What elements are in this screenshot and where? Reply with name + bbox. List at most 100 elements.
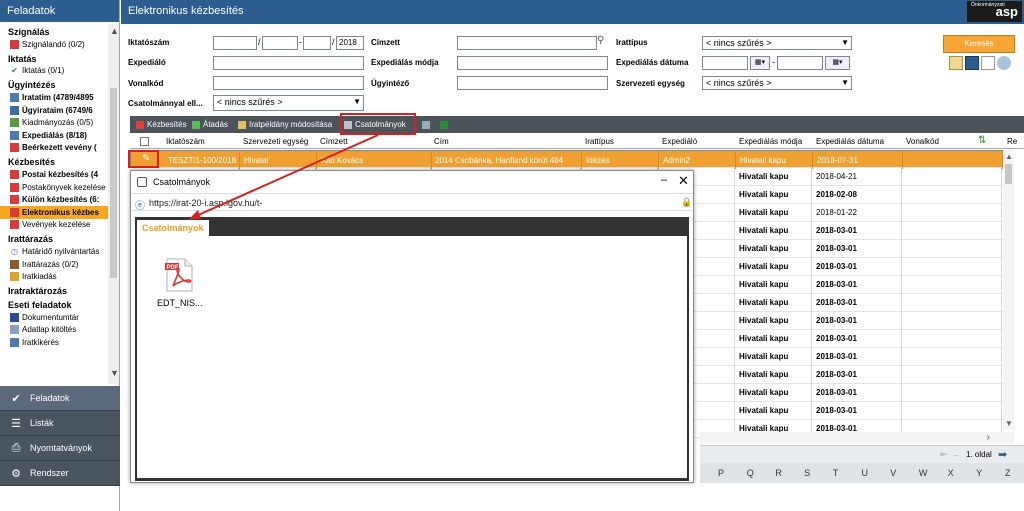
sidebar-item[interactable]: Irattárazás (0/2) xyxy=(0,258,108,271)
sidebar-item[interactable]: ✔ Iktatás (0/1) xyxy=(0,65,108,78)
sidebar-item[interactable]: ◷ Határidő nyilvántartás xyxy=(0,245,108,258)
sidebar-section-title[interactable]: Eseti feladatok xyxy=(0,297,108,311)
column-header[interactable]: Szervezeti egység xyxy=(243,137,308,146)
ugyintezo-field[interactable] xyxy=(457,76,608,90)
calendar-icon[interactable]: ▦▾ xyxy=(825,56,850,70)
vonalkod-field[interactable] xyxy=(213,76,364,90)
column-header[interactable]: Expediáló xyxy=(662,137,697,146)
scroll-down-icon[interactable]: ▼ xyxy=(1005,419,1013,428)
search-button[interactable]: Keresés xyxy=(943,35,1015,53)
kezbesites-button[interactable]: Kézbesítés xyxy=(136,116,187,133)
column-header[interactable]: Re xyxy=(1007,137,1017,146)
chevron-right-icon[interactable]: › xyxy=(987,432,990,443)
alphabet-letter[interactable]: Z xyxy=(1005,468,1011,478)
table-row[interactable]: ✎ TESZT/1-100/2018 Hivatal Kati Kovács 2014 … xyxy=(130,150,1006,169)
sidebar-item[interactable]: Elektronikus kézbes xyxy=(0,205,108,219)
sidebar-item[interactable]: Iratatim (4789/4895 xyxy=(0,91,108,104)
scroll-thumb[interactable] xyxy=(1005,164,1012,184)
alphabet-letter[interactable]: W xyxy=(919,468,928,478)
alphabet-letter[interactable]: T xyxy=(833,468,839,478)
iktatoszam-number-field[interactable] xyxy=(262,36,298,50)
atadas-button[interactable]: Átadás xyxy=(192,116,228,133)
calendar-icon[interactable]: ▦▾ xyxy=(750,56,770,70)
sidebar-item[interactable]: Iratkiadás xyxy=(0,270,108,283)
csatolmany-select[interactable]: < nincs szűrés > ▼ xyxy=(213,95,364,111)
alphabet-letter[interactable]: Y xyxy=(976,468,982,478)
sidebar-section-title[interactable]: Ügyintézés xyxy=(0,77,108,91)
refresh-icon[interactable]: ⇅ xyxy=(978,135,986,146)
nav-feladatok[interactable]: ✔ Feladatok xyxy=(0,386,120,411)
date-to-field[interactable] xyxy=(777,56,823,70)
alphabet-letter[interactable]: P xyxy=(718,468,724,478)
scroll-thumb[interactable] xyxy=(110,88,117,278)
column-header[interactable]: Irattípus xyxy=(585,137,614,146)
refresh-icon[interactable] xyxy=(997,56,1011,70)
sidebar-item[interactable]: Dokumentumtár xyxy=(0,311,108,324)
date-from-field[interactable] xyxy=(702,56,748,70)
minimize-icon[interactable]: – xyxy=(661,174,667,186)
sidebar-item[interactable]: Kiadmányozás (0/5) xyxy=(0,116,108,129)
iktatoszam-prefix-field[interactable] xyxy=(213,36,257,50)
select-all-checkbox[interactable] xyxy=(140,137,149,146)
pdf-file-icon[interactable]: PDF xyxy=(165,258,193,292)
sidebar-item[interactable]: Postai kézbesítés (4 xyxy=(0,168,108,181)
alphabet-letter[interactable]: Q xyxy=(747,468,754,478)
scroll-down-icon[interactable]: ▼ xyxy=(110,368,119,378)
alphabet-letter[interactable]: X xyxy=(948,468,954,478)
sidebar-section-title[interactable]: Kézbesítés xyxy=(0,154,108,168)
first-page-icon[interactable]: ⇤ xyxy=(940,449,948,460)
sidebar-item[interactable]: Külön kézbesítés (6: xyxy=(0,193,108,206)
table-vertical-scrollbar[interactable]: ▲ ▼ xyxy=(1003,150,1014,430)
column-header[interactable]: Expediálás dátuma xyxy=(816,137,884,146)
nav-listák[interactable]: ☰ Listák xyxy=(0,411,120,436)
sidebar-item[interactable]: Vevények kezelése xyxy=(0,219,108,232)
sidebar-item[interactable]: Adatlap kitöltés xyxy=(0,324,108,337)
sidebar-section-title[interactable]: Iktatás xyxy=(0,51,108,65)
sidebar-item[interactable]: Szignálandó (0/2) xyxy=(0,38,108,51)
alphabet-letter[interactable]: V xyxy=(890,468,896,478)
sidebar-section-title[interactable]: Szignálás xyxy=(0,24,108,38)
sidebar-item[interactable]: Iratkikérés xyxy=(0,336,108,349)
new-icon[interactable] xyxy=(981,56,995,70)
close-icon[interactable]: ✕ xyxy=(678,173,689,189)
save-icon[interactable] xyxy=(965,56,979,70)
prev-page-icon[interactable]: ← xyxy=(952,449,961,459)
column-header[interactable]: Címzett xyxy=(320,137,348,146)
sidebar-scrollbar[interactable]: ▲ ▼ xyxy=(108,24,119,384)
sidebar-section-title[interactable]: Iratraktározás xyxy=(0,283,108,297)
sidebar-section-title[interactable]: Irattárazás xyxy=(0,231,108,245)
cimzett-field[interactable] xyxy=(457,36,597,50)
alphabet-letter[interactable]: U xyxy=(862,468,869,478)
iratpeldany-button[interactable]: Iratpéldány módosítása xyxy=(238,116,332,133)
sidebar-item[interactable]: Beérkezett vevény ( xyxy=(0,142,108,155)
attachment-filename[interactable]: EDT_NIS... xyxy=(157,298,203,308)
tab-csatolmanyok[interactable]: Csatolmányok xyxy=(137,220,209,236)
next-page-icon[interactable]: ➡ xyxy=(998,448,1007,461)
nav-nyomtatványok[interactable]: ⎙ Nyomtatványok xyxy=(0,436,120,461)
clear-icon[interactable] xyxy=(949,56,963,70)
sidebar-item[interactable]: Postakönyvek kezelése xyxy=(0,181,108,194)
column-header[interactable]: Cím xyxy=(434,137,449,146)
print-button[interactable] xyxy=(422,116,433,133)
column-divider xyxy=(811,384,812,402)
search-icon[interactable]: ⚲ xyxy=(597,35,604,46)
address-bar[interactable]: ⓔ https://irat-20-i.asp.lgov.hu/t- 🔒 xyxy=(131,193,693,212)
alphabet-letter[interactable]: R xyxy=(775,468,782,478)
expedialas-modja-field[interactable] xyxy=(457,56,608,70)
nav-rendszer[interactable]: ⚙ Rendszer xyxy=(0,461,120,486)
sidebar-item[interactable]: Expediálás (8/18) xyxy=(0,129,108,142)
sidebar-item[interactable]: Ügyirataim (6749/6 xyxy=(0,104,108,117)
alphabet-letter[interactable]: S xyxy=(804,468,810,478)
iktatoszam-sub-field[interactable] xyxy=(303,36,331,50)
scroll-up-icon[interactable]: ▲ xyxy=(110,26,119,36)
scroll-up-icon[interactable]: ▲ xyxy=(1005,152,1013,161)
column-header[interactable]: Vonalkód xyxy=(906,137,939,146)
irattipus-select[interactable]: < nincs szűrés > ▼ xyxy=(702,36,852,50)
year-field[interactable]: 2018 xyxy=(336,36,364,50)
table-horizontal-scrollbar[interactable]: › xyxy=(700,432,1014,444)
column-header[interactable]: Iktatószám xyxy=(166,137,205,146)
expedialo-field[interactable] xyxy=(213,56,364,70)
szervezeti-egyseg-select[interactable]: < nincs szűrés > ▼ xyxy=(702,76,852,90)
excel-button[interactable] xyxy=(440,116,451,133)
column-header[interactable]: Expediálás módja xyxy=(739,137,802,146)
